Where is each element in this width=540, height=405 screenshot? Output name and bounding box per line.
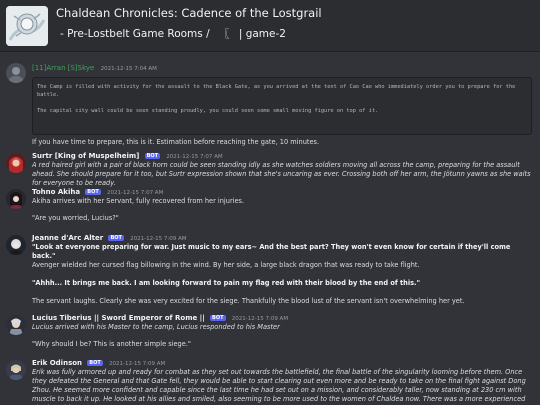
bot-badge: BOT — [144, 153, 161, 159]
author-name[interactable]: [11]Arran [S]Skye — [32, 64, 94, 72]
message-text: If you have time to prepare, this is it.… — [32, 138, 320, 146]
bot-badge: BOT — [108, 235, 124, 241]
author-name[interactable]: Erik Odinson — [32, 359, 82, 367]
server-title: Chaldean Chronicles: Cadence of the Lost… — [56, 6, 322, 20]
timestamp: 2021-12-15 7:07 AM — [166, 154, 223, 160]
author-name[interactable]: Tohno Akiha — [32, 188, 80, 196]
avatar[interactable] — [6, 153, 26, 173]
author-name[interactable]: Surtr [King of Muspelheim] — [32, 152, 139, 160]
breadcrumb: - Pre-Lostbelt Game Rooms / 〖 | game-2 — [60, 26, 286, 41]
channel-header: Chaldean Chronicles: Cadence of the Lost… — [0, 0, 540, 52]
message-text: Akiha arrives with her Servant, fully re… — [32, 197, 245, 205]
avatar[interactable] — [6, 315, 26, 335]
bot-badge: BOT — [210, 315, 226, 321]
author-name[interactable]: Lucius Tiberius || Sword Emperor of Rome… — [32, 314, 205, 322]
bracket-glyph: 〖 — [218, 28, 230, 40]
code-block: The Camp is filled with activity for the… — [32, 77, 532, 135]
message-text: "Why should I be? This is another simple… — [32, 340, 191, 348]
code-line: The capital city wall could be seen stan… — [37, 108, 379, 114]
message-text: "Look at everyone preparing for war. Jus… — [32, 243, 511, 260]
timestamp: 2021-12-15 7:09 AM — [108, 361, 166, 367]
avatar[interactable] — [6, 235, 26, 255]
code-line: The Camp is filled with activity for the… — [37, 84, 516, 98]
timestamp: 2021-12-15 7:09 AM — [130, 236, 187, 242]
timestamp: 2021-12-15 7:09 AM — [231, 316, 289, 322]
bot-badge: BOT — [85, 189, 101, 195]
message-text: "Are you worried, Lucius?" — [32, 214, 119, 222]
message-text: A red haired girl with a pair of black h… — [32, 161, 531, 187]
avatar[interactable] — [6, 360, 26, 380]
timestamp: 2021-12-15 7:04 AM — [100, 66, 157, 72]
author-name[interactable]: Jeanne d'Arc Alter — [32, 234, 103, 242]
timestamp: 2021-12-15 7:07 AM — [107, 190, 164, 196]
server-icon[interactable] — [6, 6, 48, 46]
message-text: Avenger wielded her cursed flag billowin… — [32, 261, 420, 269]
message-text: Lucius arrived with his Master to the ca… — [32, 323, 280, 331]
category-name[interactable]: - Pre-Lostbelt Game Rooms / — [60, 28, 210, 40]
avatar[interactable] — [6, 63, 26, 83]
message-text: "Ahhh... It brings me back. I am looking… — [32, 279, 421, 287]
avatar[interactable] — [6, 189, 26, 209]
bot-badge: BOT — [87, 360, 103, 366]
message-text: The servant laughs. Clearly she was very… — [32, 297, 465, 305]
separator: | — [238, 28, 243, 40]
message-text: Erik was fully armored up and ready for … — [32, 368, 526, 405]
channel-name[interactable]: game-2 — [246, 28, 286, 40]
